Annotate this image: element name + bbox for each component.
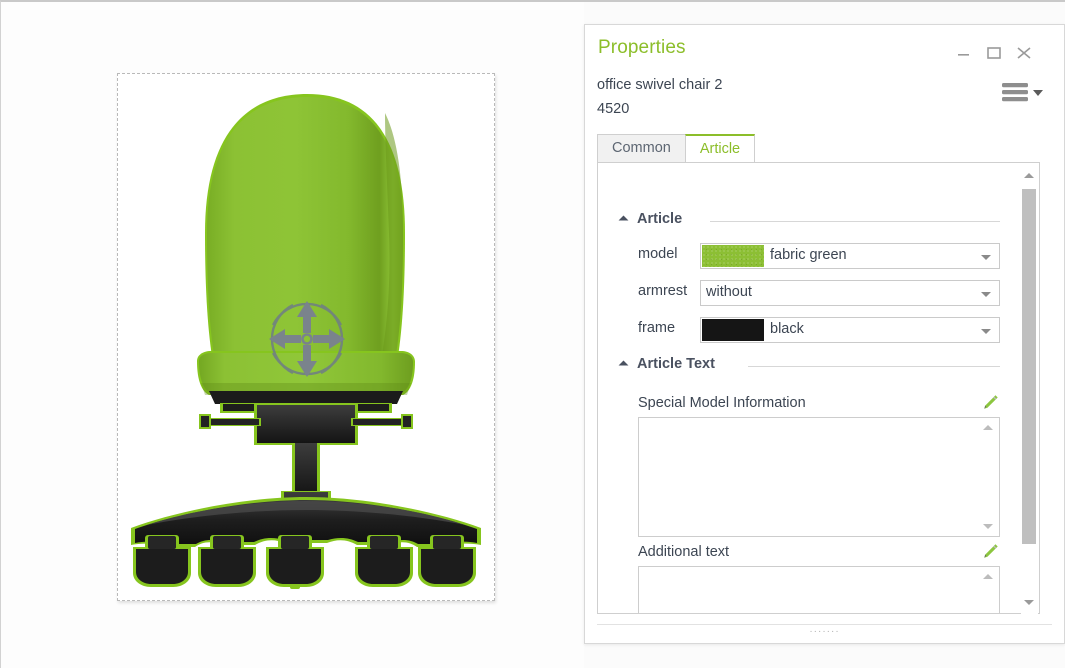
tab-panel: Article model fabric green armrest witho… (597, 162, 1040, 614)
panel-scrollbar[interactable] (1021, 164, 1038, 614)
scrollbar-thumb[interactable] (1022, 189, 1036, 544)
collapse-triangle-icon[interactable] (618, 215, 629, 226)
chevron-down-icon[interactable] (981, 292, 991, 297)
frame-color-swatch (702, 319, 764, 341)
section-title: Article Text (637, 356, 715, 372)
object-name: office swivel chair 2 (597, 77, 723, 93)
panel-title: Properties (598, 37, 686, 58)
tab-common[interactable]: Common (597, 134, 686, 163)
resize-grip[interactable]: ······· (585, 627, 1064, 637)
frame-value: black (770, 321, 804, 337)
model-color-swatch (702, 245, 764, 267)
field-label-frame: frame (638, 320, 676, 336)
article-tab-content: Article model fabric green armrest witho… (598, 163, 1023, 613)
section-title: Article (637, 211, 683, 227)
field-row-armrest: armrest without (638, 280, 1003, 306)
panel-footer-divider (597, 624, 1052, 625)
field-row-model: model fabric green (638, 243, 1003, 269)
armrest-combobox[interactable]: without (700, 280, 1000, 306)
minimize-icon[interactable] (953, 43, 975, 63)
pencil-icon[interactable] (980, 542, 1000, 562)
scrollbar-up-icon[interactable] (1024, 173, 1034, 178)
special-model-information-textarea[interactable] (638, 417, 1000, 537)
chevron-down-icon[interactable] (981, 329, 991, 334)
close-icon[interactable] (1013, 43, 1035, 63)
section-rule (710, 221, 1000, 222)
tab-bar: Common Article (597, 134, 756, 163)
hamburger-menu-icon[interactable] (1000, 77, 1048, 105)
model-value: fabric green (770, 247, 847, 263)
chevron-down-icon[interactable] (981, 255, 991, 260)
viewport-canvas[interactable] (1, 2, 584, 668)
field-label-model: model (638, 246, 678, 262)
additional-text-label: Additional text (638, 544, 730, 560)
scroll-down-icon[interactable] (983, 524, 993, 529)
field-row-frame: frame black (638, 317, 1003, 343)
section-header-article[interactable]: Article (618, 211, 1000, 231)
application-window: Properties office swivel chair 2 4520 Co… (0, 0, 1065, 668)
special-model-information-label: Special Model Information (638, 395, 806, 411)
properties-panel: Properties office swivel chair 2 4520 Co… (584, 24, 1065, 644)
scroll-up-icon[interactable] (983, 574, 993, 579)
move-gizmo-icon[interactable] (259, 291, 355, 387)
field-label-armrest: armrest (638, 283, 688, 299)
object-id: 4520 (597, 101, 630, 117)
pencil-icon[interactable] (980, 393, 1000, 413)
scroll-up-icon[interactable] (983, 425, 993, 430)
frame-combobox[interactable]: black (700, 317, 1000, 343)
scrollbar-down-icon[interactable] (1024, 600, 1034, 605)
maximize-icon[interactable] (983, 43, 1005, 63)
additional-text-textarea[interactable] (638, 566, 1000, 613)
model-combobox[interactable]: fabric green (700, 243, 1000, 269)
chair-mechanism (199, 403, 413, 445)
section-rule (748, 366, 1000, 367)
tab-article[interactable]: Article (684, 134, 756, 163)
armrest-value: without (706, 284, 752, 300)
section-header-article-text[interactable]: Article Text (618, 356, 1000, 376)
collapse-triangle-icon[interactable] (618, 360, 629, 371)
seat-underside (209, 391, 403, 404)
